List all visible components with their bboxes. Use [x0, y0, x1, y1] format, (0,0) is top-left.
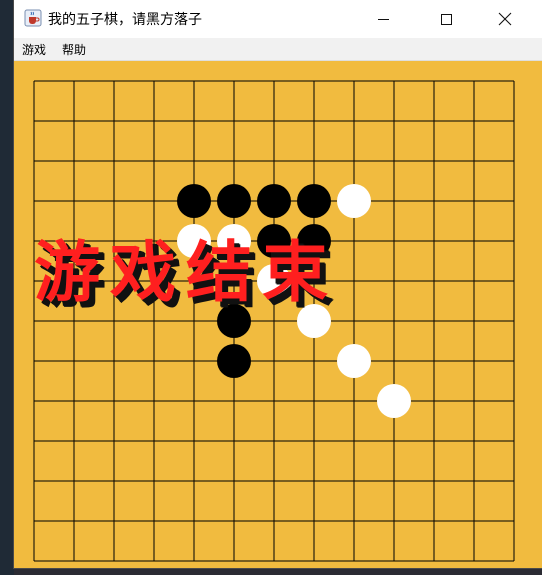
white-stone [377, 384, 411, 418]
black-stone [297, 184, 331, 218]
game-over-banner: 游戏结束 [34, 233, 338, 311]
menu-bar: 游戏 帮助 [14, 38, 542, 61]
window-title: 我的五子棋，请黑方落子 [48, 12, 202, 28]
minimize-button[interactable] [360, 0, 406, 38]
minimize-icon [377, 18, 389, 20]
java-cup-icon [24, 9, 42, 27]
menu-help[interactable]: 帮助 [54, 41, 94, 58]
close-icon [498, 12, 512, 26]
maximize-button[interactable] [423, 0, 469, 38]
black-stone [257, 184, 291, 218]
black-stone [217, 344, 251, 378]
white-stone [337, 344, 371, 378]
title-bar[interactable]: 我的五子棋，请黑方落子 [14, 0, 542, 39]
game-board[interactable]: 游戏结束 [14, 61, 542, 568]
menu-game[interactable]: 游戏 [14, 41, 54, 58]
background-desktop-strip [0, 0, 14, 575]
white-stone [337, 184, 371, 218]
maximize-icon [440, 13, 452, 25]
black-stone [217, 184, 251, 218]
gomoku-window: 我的五子棋，请黑方落子 游戏 帮助 游戏结束 [14, 0, 542, 568]
black-stone [177, 184, 211, 218]
close-button[interactable] [482, 0, 528, 38]
